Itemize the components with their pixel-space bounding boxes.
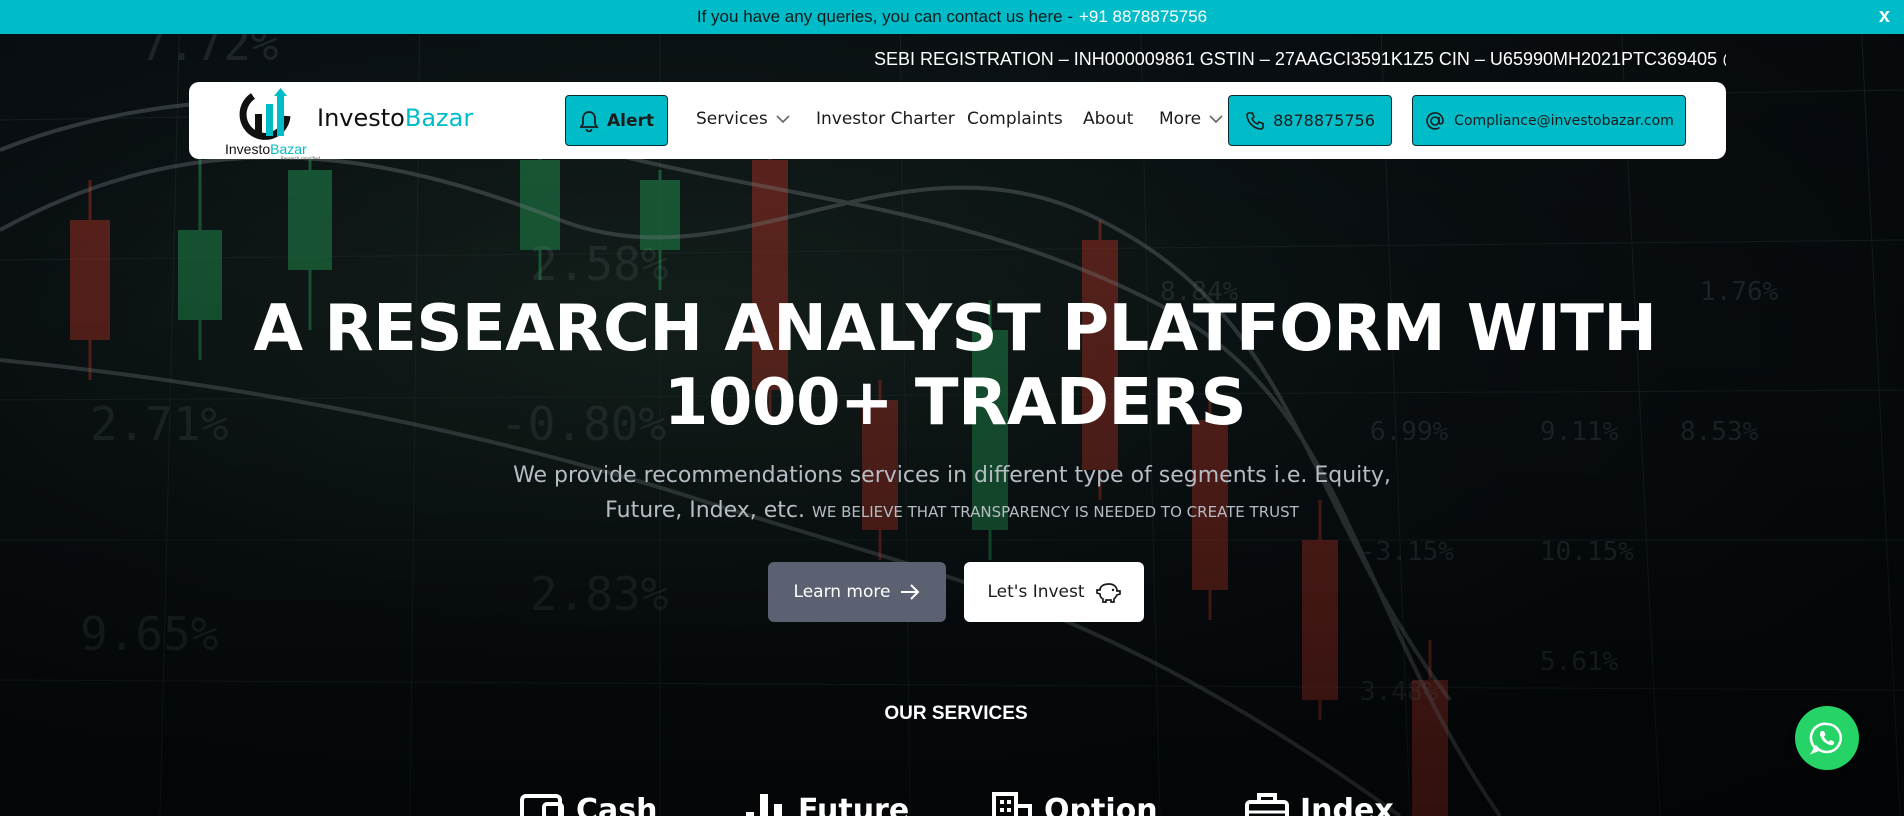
chevron-down-icon [1209, 114, 1223, 123]
hero-subtitle-small: WE BELIEVE THAT TRANSPARENCY IS NEEDED T… [812, 503, 1299, 521]
service-option-label: Option [1044, 792, 1158, 816]
nav-services-label: Services [696, 109, 768, 129]
service-option[interactable]: Option [990, 790, 1158, 816]
nav-more-label: More [1159, 109, 1202, 129]
service-cash[interactable]: Cash [518, 790, 657, 816]
bar-chart-icon [746, 794, 782, 816]
email-label: Compliance@investobazar.com [1454, 112, 1674, 129]
building-icon [992, 792, 1032, 816]
logo-tagline: Research simplified [281, 156, 320, 161]
nav-more[interactable]: More [1159, 109, 1223, 129]
logo-chart-icon [239, 88, 291, 140]
alert-button[interactable]: Alert [565, 95, 668, 146]
service-future-label: Future [798, 792, 910, 816]
hero-title-line2: 1000+ TRADERS [663, 366, 1247, 440]
hero-title-line1: A RESEARCH ANALYST PLATFORM WITH [253, 292, 1657, 366]
service-index[interactable]: Index [1244, 790, 1394, 816]
lets-invest-label: Let's Invest [987, 582, 1085, 602]
brand-name[interactable]: InvestoBazar [317, 104, 473, 132]
learn-more-label: Learn more [793, 582, 891, 602]
whatsapp-button[interactable] [1795, 706, 1859, 770]
at-sign-icon [1426, 111, 1444, 130]
registration-info: SEBI REGISTRATION – INH000009861 GSTIN –… [874, 49, 1726, 69]
contact-banner: If you have any queries, you can contact… [0, 0, 1904, 34]
navbar: InvestoBazar Research simplified Investo… [189, 82, 1726, 161]
nav-about[interactable]: About [1083, 109, 1133, 129]
piggy-bank-icon [1095, 583, 1121, 603]
phone-label: 8878875756 [1273, 111, 1375, 130]
alert-label: Alert [606, 110, 655, 131]
banner-phone-link[interactable]: +91 8878875756 [1079, 7, 1207, 27]
nav-about-label: About [1083, 109, 1134, 129]
services-heading: OUR SERVICES [884, 703, 1028, 724]
banner-text: If you have any queries, you can contact… [696, 7, 1073, 26]
learn-more-button[interactable]: Learn more [768, 562, 946, 622]
hero-subtitle: We provide recommendations services in d… [490, 458, 1414, 530]
banner-close-button[interactable]: x [1879, 5, 1890, 28]
chevron-down-icon [776, 114, 790, 123]
lets-invest-button[interactable]: Let's Invest [964, 562, 1144, 622]
whatsapp-icon [1809, 722, 1843, 755]
phone-icon [1246, 111, 1264, 130]
email-button[interactable]: Compliance@investobazar.com [1412, 95, 1686, 146]
logo-wordmark: InvestoBazar [225, 141, 307, 157]
service-index-label: Index [1300, 792, 1394, 816]
nav-complaints[interactable]: Complaints [967, 109, 1063, 129]
service-cash-label: Cash [576, 792, 658, 816]
hero-title: A RESEARCH ANALYST PLATFORM WITH 1000+ T… [160, 292, 1750, 440]
nav-services[interactable]: Services [696, 109, 790, 129]
logo[interactable]: InvestoBazar Research simplified [225, 88, 325, 161]
service-future[interactable]: Future [742, 790, 909, 816]
bell-icon [579, 110, 599, 132]
phone-button[interactable]: 8878875756 [1228, 95, 1392, 146]
nav-investor-charter[interactable]: Investor Charter [816, 109, 955, 129]
wallet-icon [520, 794, 564, 816]
arrow-right-icon [901, 584, 920, 600]
briefcase-icon [1245, 793, 1289, 816]
nav-investor-charter-label: Investor Charter [816, 109, 955, 129]
nav-complaints-label: Complaints [967, 109, 1063, 129]
